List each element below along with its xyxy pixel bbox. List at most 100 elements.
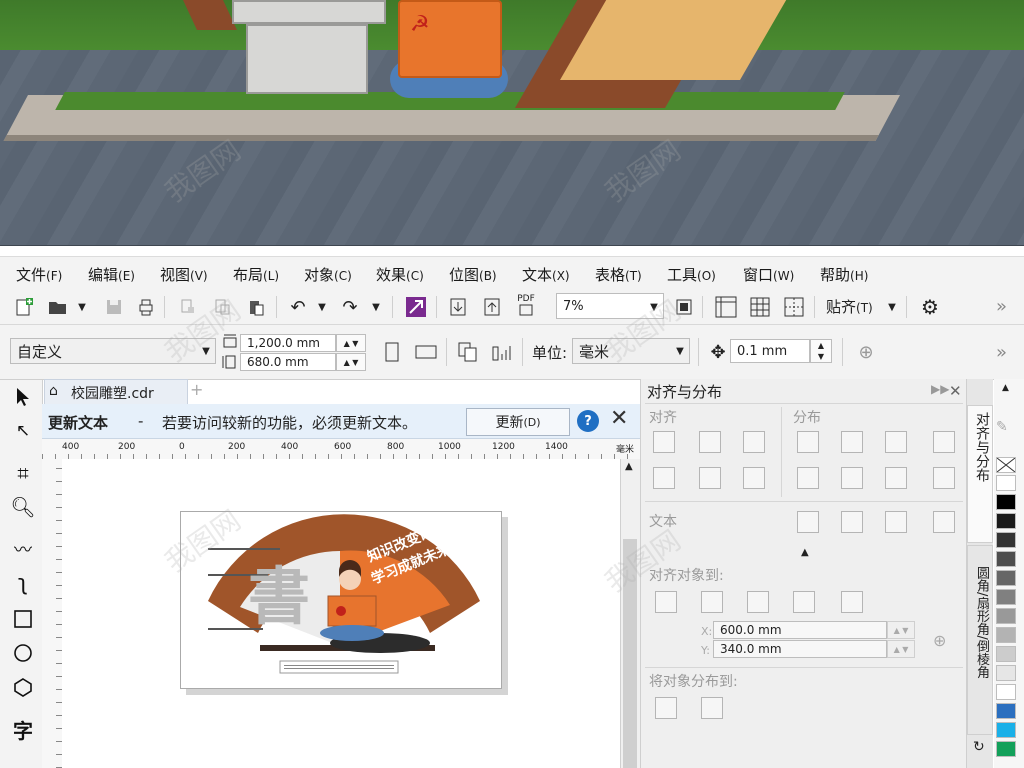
redo-icon[interactable]: ↷ [338, 295, 362, 319]
portrait-icon[interactable] [380, 340, 404, 364]
distribute-bottom-icon[interactable] [885, 467, 907, 489]
text-align-first-baseline-icon[interactable] [797, 511, 819, 533]
horizontal-ruler[interactable]: 400 200 0 200 400 600 800 1000 1200 1400… [42, 439, 640, 460]
page-height-input[interactable]: 680.0 mm [240, 353, 336, 371]
freehand-tool-icon[interactable]: 〰 [10, 536, 36, 562]
color-swatch[interactable] [996, 627, 1016, 643]
align-top-icon[interactable] [653, 467, 675, 489]
menu-layout[interactable]: 布局(L) [233, 264, 279, 285]
palette-scroll-up-icon[interactable]: ▲ [1002, 383, 1009, 393]
save-icon[interactable] [102, 295, 126, 319]
copy-icon[interactable] [210, 295, 234, 319]
document-tab[interactable]: ⌂ 校园雕塑.cdr [44, 379, 188, 404]
artistic-media-tool-icon[interactable]: ʅ [10, 570, 36, 596]
menu-text[interactable]: 文本(X) [522, 264, 570, 285]
help-icon[interactable]: ? [577, 410, 599, 432]
color-swatch[interactable] [996, 608, 1016, 624]
zoom-tool-icon[interactable]: 🔍︎ [10, 494, 36, 520]
paste-icon[interactable] [244, 295, 268, 319]
distribute-spacing-h-icon[interactable] [933, 431, 955, 453]
corel-connect-icon[interactable] [404, 295, 428, 319]
distribute-center-h-icon[interactable] [841, 431, 863, 453]
show-guidelines-icon[interactable] [782, 295, 806, 319]
vertical-scrollbar[interactable]: ▲ [620, 459, 641, 768]
align-to-active-icon[interactable] [655, 591, 677, 613]
align-to-page-edge-icon[interactable] [701, 591, 723, 613]
new-document-icon[interactable] [12, 295, 36, 319]
zoom-fit-icon[interactable] [672, 295, 696, 319]
open-folder-icon[interactable] [46, 295, 70, 319]
update-button[interactable]: 更新 (D) [466, 408, 570, 436]
add-page-icon[interactable]: ⊕ [854, 340, 878, 364]
page-height-stepper[interactable]: ▲ ▼ [336, 353, 366, 371]
menu-object[interactable]: 对象(C) [304, 264, 352, 285]
show-rulers-icon[interactable] [714, 295, 738, 319]
options-gear-icon[interactable]: ⚙ [918, 295, 942, 319]
menu-window[interactable]: 窗口(W) [743, 264, 794, 285]
redo-dropdown-icon[interactable]: ▼ [364, 295, 388, 319]
menu-help[interactable]: 帮助(H) [820, 264, 868, 285]
align-center-h-icon[interactable] [699, 431, 721, 453]
snap-dropdown-icon[interactable]: ▼ [880, 295, 904, 319]
toolbar-overflow-icon[interactable]: » [996, 296, 1007, 317]
color-swatch[interactable] [996, 665, 1016, 681]
cut-icon[interactable] [176, 295, 200, 319]
distribute-spacing-v-icon[interactable] [933, 467, 955, 489]
print-icon[interactable] [134, 295, 158, 319]
distribute-top-icon[interactable] [797, 467, 819, 489]
unit-dropdown-icon[interactable]: ▼ [672, 341, 688, 361]
pick-point-icon[interactable]: ⊕ [933, 631, 946, 650]
color-swatch[interactable] [996, 570, 1016, 586]
align-bottom-icon[interactable] [743, 467, 765, 489]
docker-expand-icon[interactable]: ▶▶ [931, 382, 949, 396]
color-swatch[interactable] [996, 513, 1016, 529]
align-x-input[interactable]: 600.0 mm [713, 621, 887, 639]
color-swatch[interactable] [996, 684, 1016, 700]
align-left-icon[interactable] [653, 431, 675, 453]
menu-bitmaps[interactable]: 位图(B) [449, 264, 497, 285]
menu-effects[interactable]: 效果(C) [376, 264, 424, 285]
menu-edit[interactable]: 编辑(E) [88, 264, 135, 285]
color-swatch[interactable] [996, 646, 1016, 662]
align-center-v-icon[interactable] [699, 467, 721, 489]
nudge-distance-input[interactable]: 0.1 mm [730, 339, 810, 363]
crop-tool-icon[interactable]: ⌗ [10, 460, 36, 486]
page-width-stepper[interactable]: ▲ ▼ [336, 334, 366, 352]
undo-icon[interactable]: ↶ [286, 295, 310, 319]
scrollbar-thumb[interactable] [623, 539, 637, 768]
undo-dropdown-icon[interactable]: ▼ [310, 295, 334, 319]
scroll-up-icon[interactable]: ▲ [625, 461, 633, 472]
color-swatch[interactable] [996, 551, 1016, 567]
text-tool-icon[interactable]: 字 [10, 716, 36, 743]
menu-tools[interactable]: 工具(O) [667, 264, 716, 285]
zoom-dropdown-icon[interactable]: ▼ [646, 297, 662, 317]
page-size-preset-select[interactable]: 自定义 [10, 338, 216, 364]
color-swatch[interactable] [996, 722, 1016, 738]
collapse-arrow-icon[interactable]: ▲ [801, 547, 809, 558]
rectangle-tool-icon[interactable] [10, 606, 36, 632]
import-icon[interactable] [446, 295, 470, 319]
page-width-input[interactable]: 1,200.0 mm [240, 334, 336, 352]
publish-pdf-icon[interactable]: PDF [514, 293, 538, 317]
text-align-bbox-icon[interactable] [885, 511, 907, 533]
home-icon[interactable]: ⌂ [49, 383, 58, 399]
show-grid-icon[interactable] [748, 295, 772, 319]
color-swatch[interactable] [996, 589, 1016, 605]
distribute-to-selection-icon[interactable] [655, 697, 677, 719]
color-swatch[interactable] [996, 703, 1016, 719]
align-right-icon[interactable] [743, 431, 765, 453]
all-pages-icon[interactable] [456, 340, 480, 364]
pick-tool-icon[interactable] [10, 384, 36, 410]
align-to-point-icon[interactable] [841, 591, 863, 613]
distribute-right-icon[interactable] [885, 431, 907, 453]
color-swatch[interactable] [996, 532, 1016, 548]
distribute-to-page-icon[interactable] [701, 697, 723, 719]
property-bar-overflow-icon[interactable]: » [996, 342, 1007, 363]
landscape-icon[interactable] [414, 340, 438, 364]
sculpture-artwork[interactable] [180, 511, 502, 689]
polygon-tool-icon[interactable] [10, 674, 36, 700]
export-icon[interactable] [480, 295, 504, 319]
add-docker-icon[interactable]: ↻ [973, 739, 985, 755]
page-size-dropdown-icon[interactable]: ▼ [198, 341, 214, 361]
docker-close-icon[interactable]: ✕ [949, 382, 962, 400]
